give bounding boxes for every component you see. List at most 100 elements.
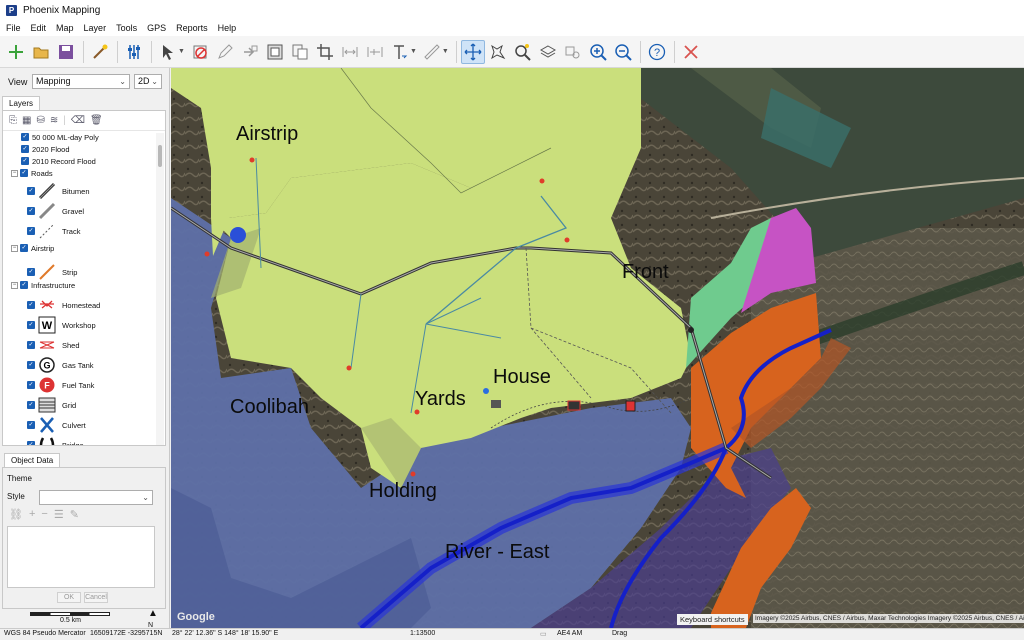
layer-visibility-checkbox[interactable]: ✓ (27, 341, 35, 349)
layer-visibility-checkbox[interactable]: ✓ (27, 441, 35, 445)
layer-visibility-checkbox[interactable]: ✓ (21, 145, 29, 153)
waypoint-marker[interactable] (539, 178, 545, 184)
menu-gps[interactable]: GPS (147, 23, 166, 33)
menu-help[interactable]: Help (218, 23, 237, 33)
layer-row[interactable]: ✓ Homestead (27, 295, 100, 315)
waypoint-marker[interactable] (346, 365, 352, 371)
view-mode-select[interactable]: Mapping ⌄ (32, 74, 130, 89)
layer-row[interactable]: ✓ 2020 Flood (21, 143, 70, 155)
waypoint-marker[interactable] (564, 237, 570, 243)
layer-visibility-checkbox[interactable]: ✓ (27, 301, 35, 309)
homestead-marker[interactable] (567, 400, 581, 411)
scroll-thumb[interactable] (158, 145, 162, 167)
layer-row[interactable]: ✓ Grid (27, 395, 76, 415)
layer-row[interactable]: − ✓ Roads (11, 167, 53, 179)
junction-marker[interactable] (688, 327, 694, 333)
menu-layer[interactable]: Layer (84, 23, 107, 33)
waypoint-marker[interactable] (204, 251, 210, 257)
layers-icon[interactable] (536, 40, 560, 64)
layer-visibility-checkbox[interactable]: ✓ (27, 268, 35, 276)
waypoint-marker[interactable] (410, 471, 416, 477)
layer-row[interactable]: ✓ Gravel (27, 201, 84, 221)
layer-visibility-checkbox[interactable]: ✓ (27, 421, 35, 429)
layer-row[interactable]: ✓ Culvert (27, 415, 86, 435)
layer-visibility-checkbox[interactable]: ✓ (27, 361, 35, 369)
no-select-icon[interactable] (188, 40, 212, 64)
layer-visibility-checkbox[interactable]: ✓ (20, 281, 28, 289)
help-icon[interactable]: ? (645, 40, 669, 64)
keyboard-shortcuts-link[interactable]: Keyboard shortcuts (677, 614, 748, 625)
style-select[interactable]: ⌄ (39, 490, 153, 505)
layer-row[interactable]: ✓ Bitumen (27, 181, 90, 201)
layer-row[interactable]: ✓ G Gas Tank (27, 355, 94, 375)
edit-record-icon[interactable]: ✎ (70, 508, 79, 521)
rectangle-icon[interactable] (263, 40, 287, 64)
copy-icon[interactable] (288, 40, 312, 64)
pan-icon[interactable] (460, 39, 485, 64)
layer-visibility-checkbox[interactable]: ✓ (27, 207, 35, 215)
shed-marker[interactable] (625, 400, 636, 412)
measure-icon[interactable] (338, 40, 362, 64)
transform-icon[interactable] (238, 40, 262, 64)
layer-visibility-checkbox[interactable]: ✓ (20, 244, 28, 252)
cancel-button[interactable]: Cancel (84, 592, 108, 603)
layer-row[interactable]: ✓ 50 000 ML-day Poly (21, 131, 99, 143)
settings-icon[interactable] (122, 40, 146, 64)
new-icon[interactable] (4, 40, 28, 64)
ok-button[interactable]: OK (57, 592, 81, 603)
layer-row[interactable]: ✓ W Workshop (27, 315, 96, 335)
add-icon[interactable]: + (29, 508, 35, 521)
object-data-text-area[interactable] (7, 526, 155, 588)
layer-row[interactable]: ✓ Shed (27, 335, 80, 355)
collapse-icon[interactable]: − (11, 244, 18, 252)
open-icon[interactable] (29, 40, 53, 64)
select-arrow-icon[interactable] (156, 40, 180, 64)
chevron-down-icon[interactable]: ▼ (178, 48, 185, 55)
menu-file[interactable]: File (6, 23, 21, 33)
magic-wand-icon[interactable] (88, 40, 112, 64)
menu-tools[interactable]: Tools (116, 23, 137, 33)
layer-search-icon[interactable] (561, 40, 585, 64)
layer-visibility-checkbox[interactable]: ✓ (20, 169, 28, 177)
chevron-down-icon[interactable]: ▼ (442, 48, 449, 55)
layer-visibility-checkbox[interactable]: ✓ (27, 401, 35, 409)
map-view[interactable]: Airstrip Front House Yards Coolibah Hold… (171, 68, 1024, 628)
water-trough-marker[interactable] (483, 388, 489, 394)
layer-stack-icon[interactable]: ≋ (50, 115, 58, 126)
close-icon[interactable] (679, 40, 703, 64)
ruler-icon[interactable] (420, 40, 444, 64)
yard-building[interactable] (491, 400, 501, 408)
map-canvas[interactable] (171, 68, 1024, 628)
tab-layers[interactable]: Layers (2, 96, 41, 110)
layer-visibility-checkbox[interactable]: ✓ (27, 187, 35, 195)
crop-icon[interactable] (313, 40, 337, 64)
layer-row[interactable]: − ✓ Airstrip (11, 242, 54, 254)
table-icon[interactable]: ☰ (54, 508, 64, 521)
layer-visibility-checkbox[interactable]: ✓ (27, 227, 35, 235)
collapse-icon[interactable]: − (11, 281, 18, 289)
layer-visibility-checkbox[interactable]: ✓ (27, 321, 35, 329)
chevron-down-icon[interactable]: ▼ (410, 48, 417, 55)
text-icon[interactable] (388, 40, 412, 64)
view-dim-select[interactable]: 2D ⌄ (134, 74, 162, 89)
collapse-icon[interactable]: − (11, 169, 18, 177)
layer-row[interactable]: − ✓ Infrastructure (11, 279, 75, 291)
menu-reports[interactable]: Reports (176, 23, 208, 33)
layer-row[interactable]: ✓ F Fuel Tank (27, 375, 94, 395)
find-icon[interactable] (511, 40, 535, 64)
delete-icon[interactable]: 🗑 (90, 115, 103, 126)
layers-scrollbar[interactable] (156, 133, 164, 445)
layer-visibility-checkbox[interactable]: ✓ (27, 381, 35, 389)
link-icon[interactable]: ⛓ (9, 508, 23, 521)
layer-row[interactable]: ✓ Track (27, 221, 80, 241)
split-icon[interactable] (363, 40, 387, 64)
add-layer-icon[interactable]: ⎘ (9, 115, 17, 126)
layer-visibility-checkbox[interactable]: ✓ (21, 133, 29, 141)
eraser-icon[interactable]: ⌫ (71, 115, 85, 126)
zoom-extent-icon[interactable] (486, 40, 510, 64)
zoom-out-icon[interactable] (611, 40, 635, 64)
layer-row[interactable]: ✓ 2010 Record Flood (21, 155, 96, 167)
layer-properties-icon[interactable]: ⛁ (36, 115, 44, 126)
zoom-in-icon[interactable] (586, 40, 610, 64)
menu-edit[interactable]: Edit (31, 23, 47, 33)
